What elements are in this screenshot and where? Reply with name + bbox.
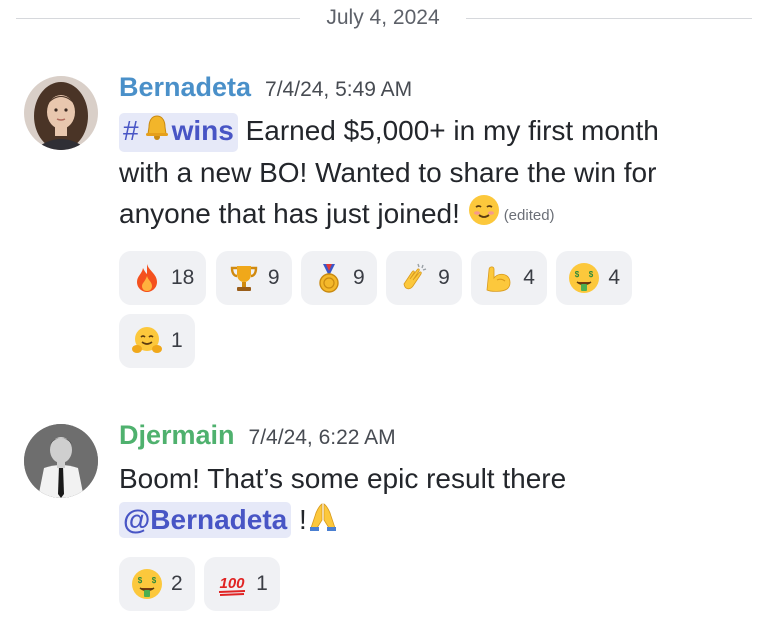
- message-text-after-mention: !: [291, 504, 307, 535]
- svg-text:$: $: [589, 270, 594, 279]
- edited-label: (edited): [503, 207, 555, 225]
- message-text-line1: Earned $5,000+ in my first month: [237, 115, 659, 146]
- message-content: Djermain 7/4/24, 6:22 AM Boom! That’s som…: [119, 420, 749, 620]
- message-content: Bernadeta 7/4/24, 5:49 AM # wins Earned $5…: [119, 72, 749, 377]
- trophy-icon: [228, 262, 260, 294]
- medal-icon: [313, 262, 345, 294]
- message-text-line3: anyone that has just joined!: [119, 198, 468, 230]
- flexed-biceps-icon: [483, 262, 515, 294]
- user-avatar-woman[interactable]: [24, 76, 98, 150]
- reaction-fire[interactable]: 18: [119, 251, 207, 306]
- money-mouth-face-icon: $ $: [131, 568, 163, 600]
- message-text: Boom! That’s some epic result there @Ber…: [119, 458, 749, 543]
- reaction-count: 9: [267, 266, 280, 290]
- reaction-count: 9: [438, 266, 450, 290]
- reactions-bar: $ $ 2 100 1: [119, 557, 719, 620]
- relieved-smile-emoji: [468, 194, 500, 237]
- svg-text:$: $: [152, 576, 157, 585]
- money-mouth-face-icon: $ $: [568, 262, 600, 294]
- reaction-clapping-hands[interactable]: 9: [386, 251, 462, 306]
- reaction-count: 18: [171, 266, 195, 290]
- message-text-line2: with a new BO! Wanted to share the win f…: [119, 157, 657, 189]
- user-mention[interactable]: @Bernadeta: [119, 502, 292, 538]
- folded-hands-emoji: [307, 500, 339, 543]
- username[interactable]: Djermain: [119, 420, 235, 450]
- channel-link-wins[interactable]: # wins: [119, 113, 238, 153]
- reaction-money-mouth-face[interactable]: $ $ 4: [556, 251, 633, 306]
- date-divider: July 4, 2024: [0, 0, 768, 36]
- reaction-count: 1: [256, 572, 268, 596]
- clapping-hands-icon: [398, 262, 430, 294]
- hugging-face-icon: [131, 325, 163, 357]
- divider-line-right: [466, 18, 752, 19]
- message-header: Bernadeta 7/4/24, 5:49 AM: [119, 72, 749, 110]
- bell-icon: [142, 113, 172, 152]
- channel-name: wins: [171, 115, 234, 146]
- svg-text:100: 100: [220, 575, 246, 592]
- fire-icon: [131, 262, 163, 294]
- divider-line-left: [16, 18, 300, 19]
- reaction-medal[interactable]: 9: [300, 251, 377, 306]
- reaction-count: 1: [171, 329, 183, 353]
- reaction-count: 4: [608, 266, 621, 290]
- reaction-count: 4: [523, 266, 535, 290]
- svg-text:$: $: [138, 576, 143, 585]
- divider-date: July 4, 2024: [326, 6, 440, 29]
- reaction-count: 9: [352, 266, 365, 290]
- reaction-hundred-points[interactable]: 100 1: [204, 557, 280, 612]
- hundred-points-icon: 100: [216, 568, 248, 600]
- user-avatar-man[interactable]: [24, 424, 98, 498]
- message-text: # wins Earned $5,000+ in my first month w…: [119, 110, 749, 237]
- username[interactable]: Bernadeta: [119, 72, 251, 102]
- timestamp: 7/4/24, 5:49 AM: [265, 78, 413, 101]
- timestamp: 7/4/24, 6:22 AM: [248, 426, 396, 449]
- reaction-flexed-biceps[interactable]: 4: [471, 251, 547, 306]
- reaction-trophy[interactable]: 9: [215, 251, 292, 306]
- message-header: Djermain 7/4/24, 6:22 AM: [119, 420, 749, 458]
- reaction-hugging-face[interactable]: 1: [119, 314, 195, 369]
- message-text-line1: Boom! That’s some epic result there: [119, 463, 567, 494]
- channel-hash: #: [123, 115, 139, 146]
- reactions-bar: 18 9 9 9 4 $ $ 4 1: [119, 251, 719, 377]
- svg-text:$: $: [575, 270, 580, 279]
- reaction-count: 2: [171, 572, 183, 596]
- reaction-money-mouth-face[interactable]: $ $ 2: [119, 557, 195, 612]
